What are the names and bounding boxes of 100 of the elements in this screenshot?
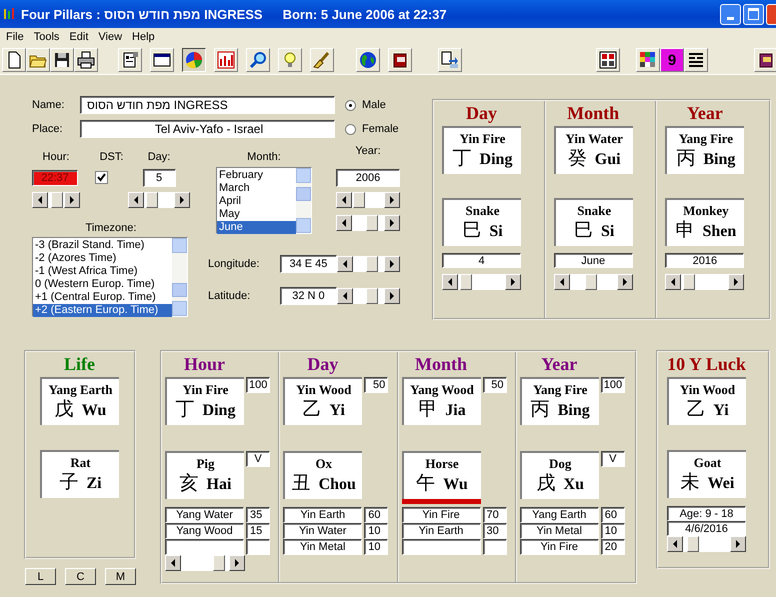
score-cell: 30 xyxy=(482,523,506,539)
pinyin-label: Bing xyxy=(558,401,590,421)
pinyin-label: Zi xyxy=(86,474,102,494)
timezone-option[interactable]: +1 (Central Europ. Time) xyxy=(33,291,172,304)
timezone-option[interactable]: -3 (Brazil Stand. Time) xyxy=(33,239,172,252)
timezone-list[interactable]: -3 (Brazil Stand. Time) -2 (Azores Time) -1 (West Africa Time) 0 (Western Europ. Time) +1 (Central Europ. Time) +2 (Eastern Europ. Time) xyxy=(32,237,188,317)
element-cell: Yin Water xyxy=(283,523,362,539)
scroll-right-button[interactable] xyxy=(728,274,744,290)
day-field[interactable]: 5 xyxy=(142,168,176,186)
search-icon xyxy=(249,51,267,69)
right-arrow-icon xyxy=(511,278,515,286)
slider-thumb[interactable] xyxy=(366,288,378,304)
scroll-right-button[interactable] xyxy=(384,192,400,208)
month-option[interactable]: February xyxy=(217,169,296,182)
window-title: Four Pillars : מפת חודש הסוס INGRESS xyxy=(21,6,263,22)
maximize-icon xyxy=(748,8,759,20)
scroll-left-button[interactable] xyxy=(336,215,352,231)
element-label: Pig xyxy=(196,455,215,473)
scroll-left-button[interactable] xyxy=(554,274,570,290)
menu-item[interactable]: Edit xyxy=(65,31,94,43)
globe-icon xyxy=(359,51,377,69)
month-option[interactable]: June xyxy=(217,221,296,234)
scroll-left-button[interactable] xyxy=(665,274,682,290)
pinyin-label: Wu xyxy=(443,475,468,495)
scroll-left-button[interactable] xyxy=(165,555,181,571)
female-radio[interactable]: Female xyxy=(345,123,399,135)
timezone-option[interactable]: 0 (Western Europ. Time) xyxy=(33,278,172,291)
minimize-button[interactable] xyxy=(720,4,741,24)
hanzi-character: 申 xyxy=(675,220,694,242)
toolbar-button[interactable]: 9 xyxy=(660,48,684,72)
scroll-right-button[interactable] xyxy=(174,192,190,208)
score-cell: 70 xyxy=(482,507,506,523)
scroll-right-button[interactable] xyxy=(730,536,746,552)
color-grid-icon xyxy=(639,51,657,69)
value-field[interactable]: 4 xyxy=(442,253,521,268)
element-cell: Yin Metal xyxy=(520,523,599,539)
year-field[interactable]: 2006 xyxy=(336,168,400,186)
value-field[interactable]: June xyxy=(554,253,633,268)
right-arrow-icon xyxy=(736,540,740,548)
scroll-right-button[interactable] xyxy=(384,288,400,304)
pinyin-label: Yi xyxy=(713,401,729,421)
scroll-left-button[interactable] xyxy=(336,256,353,272)
scroll-left-button[interactable] xyxy=(128,192,144,208)
scroll-left-button[interactable] xyxy=(442,274,458,290)
pinyin-label: Wu xyxy=(82,401,106,421)
left-arrow-icon xyxy=(342,196,346,204)
slider-thumb[interactable] xyxy=(460,274,472,290)
score-cell: 20 xyxy=(600,539,625,555)
element-label: Rat xyxy=(70,454,91,472)
scrollbar[interactable] xyxy=(296,168,311,233)
slider-thumb[interactable] xyxy=(683,274,696,290)
scroll-right-button[interactable] xyxy=(616,274,633,290)
slider-thumb[interactable] xyxy=(686,536,698,552)
month-option[interactable]: May xyxy=(217,208,296,221)
close-button[interactable] xyxy=(766,4,776,24)
scroll-right-button[interactable] xyxy=(229,555,245,571)
timezone-option[interactable]: +2 (Eastern Europ. Time) xyxy=(33,304,172,317)
month-option[interactable]: March xyxy=(217,182,296,195)
scroll-right-button[interactable] xyxy=(505,274,521,290)
scroll-left-button[interactable] xyxy=(336,192,352,208)
male-radio[interactable]: Male xyxy=(345,99,386,111)
place-field[interactable]: Tel Aviv-Yafo - Israel xyxy=(80,120,335,138)
pinyin-label: Ding xyxy=(480,150,512,170)
scroll-right-button[interactable] xyxy=(64,192,80,208)
mode-button[interactable]: L xyxy=(25,568,56,585)
menu-item[interactable]: View xyxy=(94,31,128,43)
timezone-option[interactable]: -2 (Azores Time) xyxy=(33,252,172,265)
value-field[interactable]: 2016 xyxy=(665,253,744,268)
timezone-option[interactable]: -1 (West Africa Time) xyxy=(33,265,172,278)
latitude-field[interactable]: 32 N 0 xyxy=(280,287,337,305)
mode-button[interactable]: C xyxy=(65,568,96,585)
month-list[interactable]: February March April May June xyxy=(216,167,312,234)
scroll-right-button[interactable] xyxy=(384,215,400,231)
slider-thumb[interactable] xyxy=(353,192,365,208)
slider-thumb[interactable] xyxy=(366,256,378,272)
score-cell: 10 xyxy=(600,523,625,539)
name-field[interactable]: מפת חודש הסוס INGRESS xyxy=(80,96,335,114)
month-option[interactable]: April xyxy=(217,195,296,208)
window-icon xyxy=(153,51,171,69)
slider-thumb[interactable] xyxy=(51,192,64,208)
maximize-button[interactable] xyxy=(743,4,764,24)
pinyin-label: Xu xyxy=(564,475,584,495)
scroll-left-button[interactable] xyxy=(32,192,48,208)
scroll-left-button[interactable] xyxy=(667,536,683,552)
scroll-right-button[interactable] xyxy=(384,256,400,272)
menu-item[interactable]: Help xyxy=(128,31,161,43)
mode-button[interactable]: M xyxy=(105,568,136,585)
slider-thumb[interactable] xyxy=(213,555,226,571)
hanzi-character: 巳 xyxy=(574,220,593,242)
longitude-field[interactable]: 34 E 45 xyxy=(280,255,337,273)
slider-thumb[interactable] xyxy=(585,274,598,290)
scrollbar[interactable] xyxy=(172,238,187,316)
year-label: Year: xyxy=(355,144,381,158)
toolbar-button[interactable] xyxy=(182,48,206,72)
dst-checkbox[interactable] xyxy=(95,171,108,184)
slider-thumb[interactable] xyxy=(366,215,378,231)
scroll-left-button[interactable] xyxy=(336,288,353,304)
menu-item[interactable]: File xyxy=(2,31,30,43)
slider-thumb[interactable] xyxy=(146,192,158,208)
menu-item[interactable]: Tools xyxy=(30,31,66,43)
